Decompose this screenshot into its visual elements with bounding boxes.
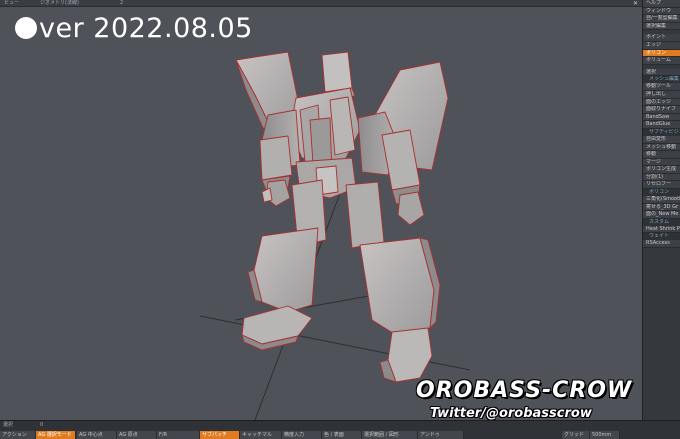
mode-button[interactable]: AG 原点	[117, 431, 157, 439]
status-row: 選択 0	[0, 421, 680, 430]
panel-tool-button[interactable]: ポイント	[643, 34, 680, 42]
panel-tool-button[interactable]: 移動ツール	[643, 83, 680, 91]
panel-group-header[interactable]: カスタム	[643, 218, 680, 226]
panel-tool-button[interactable]: ボリューム	[643, 57, 680, 65]
mode-button[interactable]: 500mm	[590, 431, 620, 439]
panel-tool-button[interactable]: 自由変形	[643, 135, 680, 144]
mode-button[interactable]: サブパッチ	[200, 431, 240, 439]
panel-tool-button[interactable]: 選択	[643, 68, 680, 77]
mode-button[interactable]: アクション	[0, 431, 36, 439]
logo-subtitle: Twitter/@orobasscrow	[430, 406, 592, 420]
mode-button[interactable]: キャッチマル	[240, 431, 282, 439]
version-text: ver 2022.08.05	[39, 13, 253, 44]
version-overlay: ver 2022.08.05	[15, 12, 253, 46]
right-hand	[397, 191, 425, 226]
panel-tool-button[interactable]: ポリゴン	[643, 49, 680, 58]
panel-tool-button[interactable]: ポリゴン生成	[643, 166, 680, 174]
panel-tool-button[interactable]: 移動	[643, 151, 680, 159]
panel-group-header[interactable]: メッシュ編集	[643, 76, 680, 84]
panel-group-header[interactable]: ポリゴン	[643, 189, 680, 197]
panel-tool-button[interactable]: ヘルプ	[643, 0, 680, 8]
right-thigh	[345, 181, 385, 249]
left-foot	[241, 305, 313, 345]
circle-bullet-icon	[15, 17, 37, 39]
panel-tool-button[interactable]: BandGlue	[643, 121, 680, 129]
panel-tool-button[interactable]: 選択編集	[643, 22, 680, 31]
3d-viewport[interactable]: ビュー ジオメトリ(法線) 2 ✕ ver 2022.08.05 OROBASS…	[0, 0, 642, 420]
panel-tool-button[interactable]: ウィンドウ	[643, 7, 680, 16]
panel-tool-button[interactable]: 押し出し	[643, 90, 680, 99]
panel-tool-button[interactable]: Heat Shrink P	[643, 225, 680, 234]
bottom-toolbar: 選択 0 アクション AG 選択モード AG 中心点 AG 原点 F/R サブパッチ キャッチ…	[0, 420, 680, 439]
left-forearm	[259, 135, 293, 181]
panel-tool-button[interactable]: メッシュ移動	[643, 143, 680, 152]
panel-tool-button[interactable]: BandSaw	[643, 113, 680, 122]
panel-tool-button[interactable]: 面取りナイフ	[643, 106, 680, 114]
logo-title: OROBASS-CROW	[416, 378, 633, 403]
panel-tool-button[interactable]: マージ	[643, 158, 680, 167]
creator-logo: OROBASS-CROW Twitter/@orobasscrow	[416, 378, 632, 420]
panel-group-header[interactable]: サブディビジョン	[643, 128, 680, 136]
mode-button[interactable]: 選択範囲 / 図形	[362, 431, 418, 439]
tool-panel: ヘルプ ウィンドウ 自/一覧型編集 選択編集 ポイント エッジ ポリゴン ボリューム 選択 メッシ…	[642, 0, 680, 420]
mode-button[interactable]: アンドゥ	[418, 431, 464, 439]
mode-button[interactable]: 色 / 表面	[322, 431, 362, 439]
panel-tool-button[interactable]: 面の_New Me	[643, 211, 680, 219]
mech-model	[199, 51, 471, 420]
panel-group-header[interactable]: ウェイト	[643, 233, 680, 241]
status-field: 0	[40, 422, 44, 428]
mode-button[interactable]: AG 中心点	[77, 431, 117, 439]
panel-tool-button[interactable]: 三角化(Smoothn	[643, 196, 680, 204]
panel-tool-button[interactable]: リセロフー	[643, 181, 680, 190]
panel-tool-button[interactable]: RSAccess	[643, 240, 680, 249]
panel-tool-button[interactable]: 自/一覧型編集	[643, 15, 680, 23]
mode-button[interactable]: AG 選択モード	[36, 431, 76, 439]
panel-tool-button[interactable]: エッジ	[643, 41, 680, 50]
mode-button-row: アクション AG 選択モード AG 中心点 AG 原点 F/R サブパッチ キャッチマル 精度…	[0, 431, 680, 439]
left-shin	[253, 227, 319, 313]
panel-tool-button[interactable]: 分割(1)	[643, 173, 680, 182]
head	[321, 51, 353, 93]
right-foot	[387, 327, 433, 383]
mode-button[interactable]: 精度入力	[282, 431, 322, 439]
status-field: 選択	[3, 422, 14, 428]
mode-button[interactable]: F/R	[157, 431, 200, 439]
panel-tool-button[interactable]: 寄せる_3D Gr	[643, 203, 680, 212]
right-shin	[359, 237, 435, 336]
panel-tool-button[interactable]: 面のエッジ	[643, 98, 680, 107]
mode-button[interactable]: グリッド	[562, 431, 590, 439]
